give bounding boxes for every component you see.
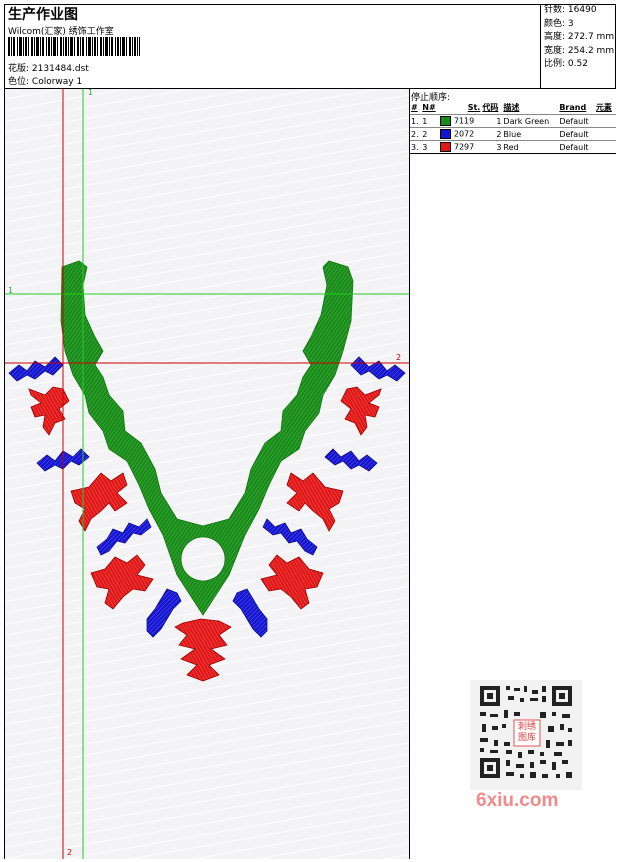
green-neckline-motif (60, 260, 354, 616)
site-logo-text: 6xiu.com (476, 790, 559, 811)
sheet-title: 生产作业图 (8, 7, 78, 23)
color-count: 3 (567, 18, 574, 29)
design-file-line: 花版: 2131484.dst (8, 61, 89, 74)
colorway-line: 色位: Colorway 1 (8, 74, 82, 87)
design-file-name: 2131484.dst (31, 64, 89, 74)
studio-name: Wilcom(汇家) 绣饰工作室 (8, 27, 114, 37)
stitch-count: 16490 (567, 5, 597, 15)
color-swatch (440, 129, 452, 139)
width-row: 宽度: 254.2 mm (544, 45, 615, 56)
design-stats: 针数: 16490 颜色: 3 高度: 272.7 mm 宽度: 254.2 m… (540, 4, 616, 88)
qr-center-label: 刺绣图库 (517, 722, 536, 743)
design-height: 272.7 mm (567, 32, 615, 42)
barcode (8, 37, 140, 56)
height-row: 高度: 272.7 mm (544, 32, 615, 42)
red-horizontal-guide-label: 2 (396, 353, 402, 362)
stop-table-divider (410, 153, 616, 154)
design-canvas (5, 89, 409, 859)
color-count-row: 颜色: 3 (544, 18, 574, 29)
colorway-label: 色位: (8, 77, 30, 87)
red-vertical-guide-label: 2 (67, 848, 73, 857)
green-vertical-guide-label: 1 (88, 88, 94, 97)
stop-sequence-table: # N# St. 代码 描述 Brand 元素 1. 1 7119 1 Dark… (410, 101, 616, 153)
green-horizontal-guide-label: 1 (8, 286, 14, 295)
table-header-row: # N# St. 代码 描述 Brand 元素 (411, 103, 612, 112)
color-swatch (440, 142, 452, 152)
scale-row: 比例: 0.52 (544, 59, 588, 69)
table-row: 2. 2 2072 2 Blue Default (410, 127, 616, 141)
design-label: 花版: (8, 64, 30, 74)
embroidery-preview (5, 89, 409, 859)
color-swatch (440, 116, 452, 126)
table-row: 1. 1 7119 1 Dark Green Default (410, 114, 616, 128)
table-row: 3. 3 7297 3 Red Default (410, 140, 616, 153)
colorway-name: Colorway 1 (31, 77, 83, 87)
stitch-count-row: 针数: 16490 (544, 5, 597, 15)
design-scale: 0.52 (567, 59, 588, 69)
design-width: 254.2 mm (567, 45, 615, 56)
